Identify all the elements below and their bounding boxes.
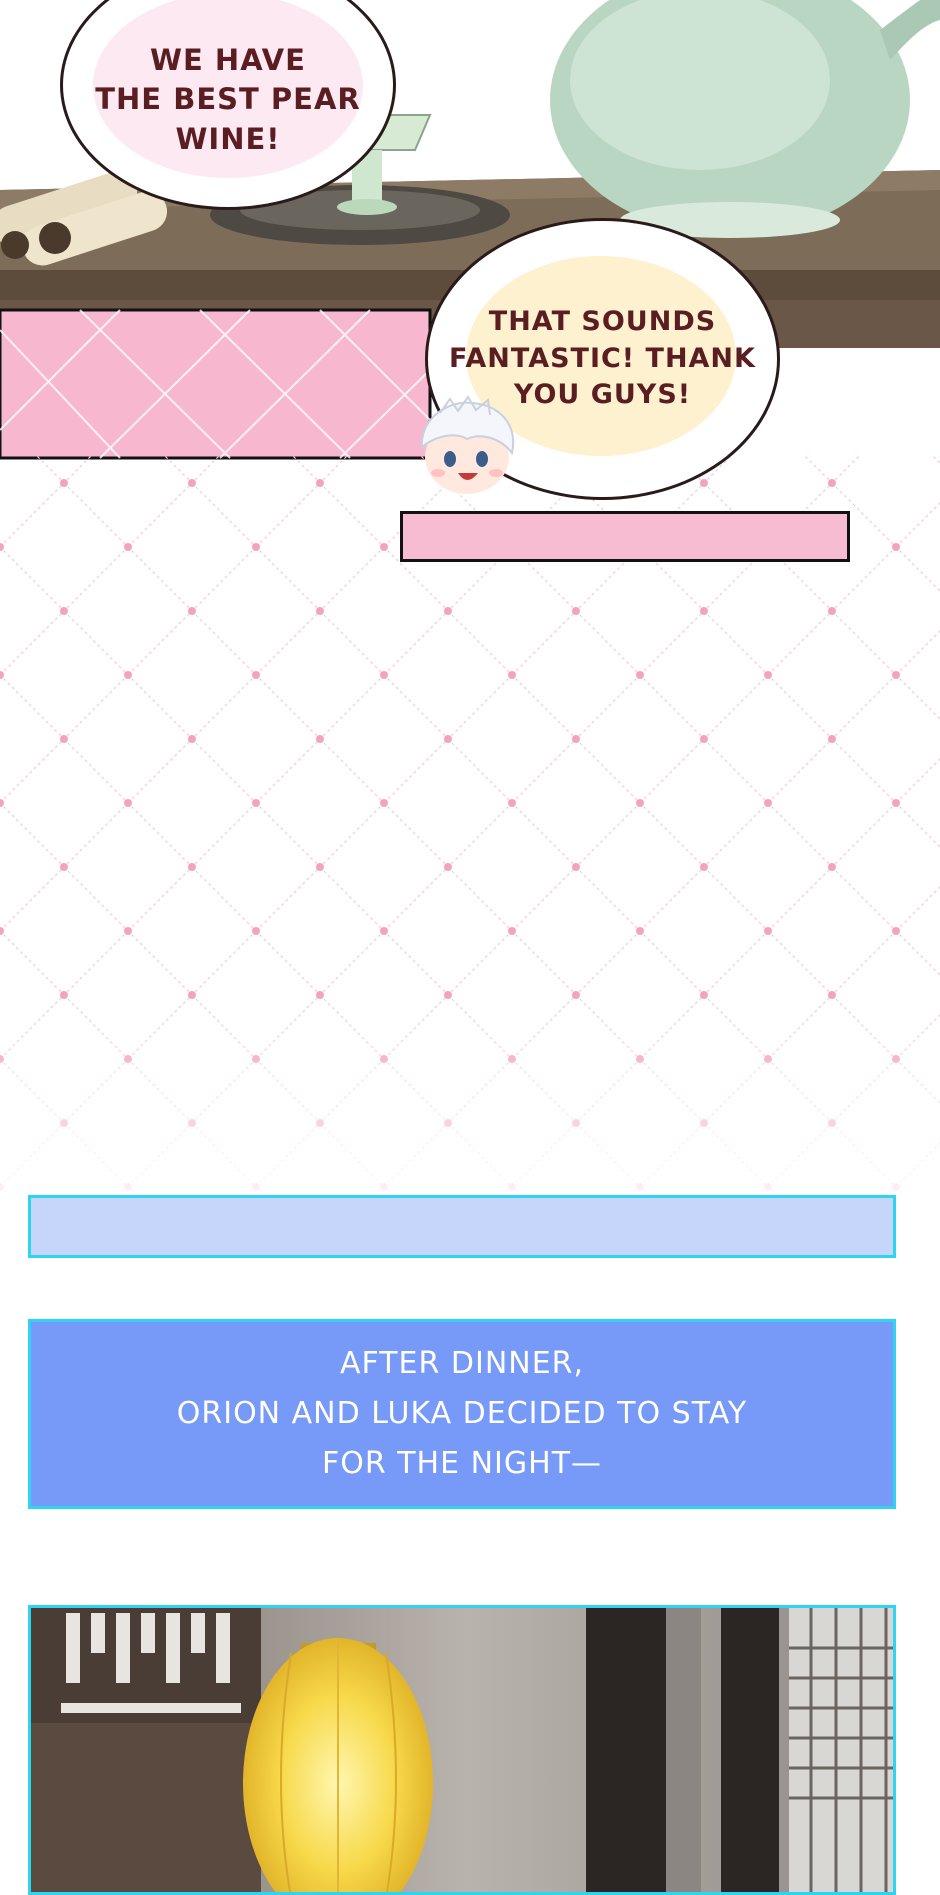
- bubble-text-thank-you: THAT SOUNDS FANTASTIC! THANK YOU GUYS!: [449, 306, 756, 411]
- lantern-room-scene: [31, 1608, 893, 1892]
- light-blue-caption-bar: [28, 1195, 896, 1258]
- bubble-text-pear-wine: WE HAVE THE BEST PEAR WINE!: [95, 43, 361, 156]
- narration-caption-box: AFTER DINNER, ORION AND LUKA DECIDED TO …: [28, 1319, 896, 1509]
- pink-caption-bar: [400, 511, 850, 562]
- bottom-panel-lantern-room: [28, 1605, 896, 1895]
- narration-text: AFTER DINNER, ORION AND LUKA DECIDED TO …: [176, 1346, 748, 1481]
